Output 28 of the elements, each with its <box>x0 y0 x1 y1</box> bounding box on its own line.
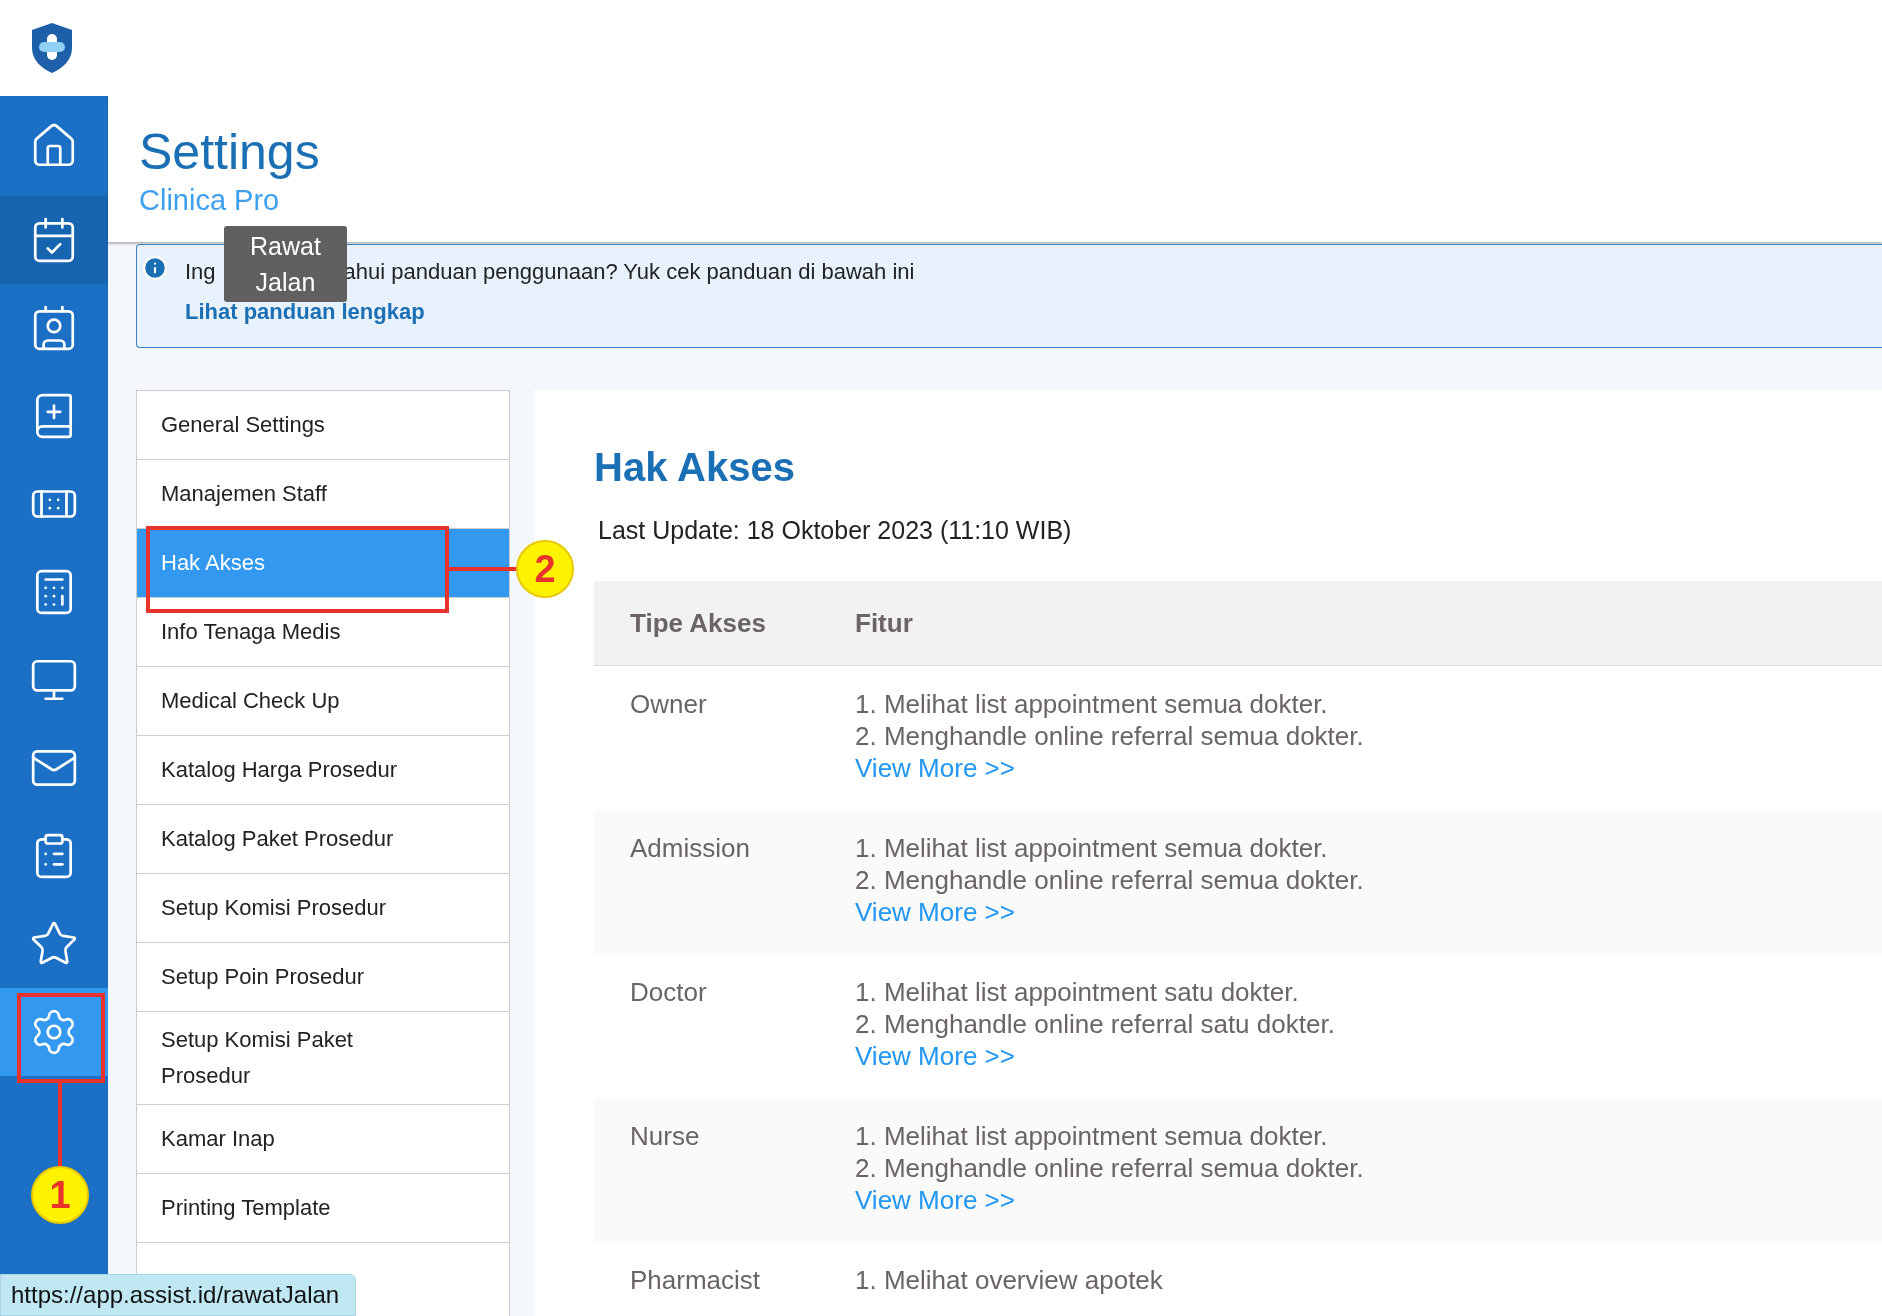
feature-item: 2. Menghandle online referral semua dokter. <box>855 865 1364 895</box>
sidebar-item[interactable] <box>0 988 108 1076</box>
table-cell: Admission <box>630 833 750 863</box>
status-url: https://app.assist.id/rawatJalan <box>0 1274 357 1316</box>
column-header: Tipe Akses <box>630 607 766 638</box>
shield-logo <box>30 22 74 74</box>
last-update: Last Update: 18 Oktober 2023 (11:10 WIB) <box>598 516 1073 545</box>
sidebar-item[interactable] <box>0 196 108 284</box>
feature-item: 1. Melihat list appointment semua dokter. <box>855 1121 1328 1151</box>
table-cell: Pharmacist <box>630 1265 761 1295</box>
table-cell: Owner <box>630 689 707 719</box>
page-subtitle: Clinica Pro <box>139 183 281 217</box>
feature-item: 1. Melihat overview apotek <box>855 1265 1163 1295</box>
feature-item: 2. Menghandle online referral satu dokter. <box>855 1009 1335 1039</box>
guide-link[interactable]: Lihat panduan lengkap <box>185 299 425 325</box>
feature-item: 1. Melihat list appointment semua dokter. <box>855 689 1328 719</box>
panel-title: Hak Akses <box>594 445 796 490</box>
feature-item: 1. Melihat list appointment semua dokter. <box>855 833 1328 863</box>
feature-item: 2. Menghandle online referral semua dokter. <box>855 721 1364 751</box>
banner-message: Ing <box>185 258 216 286</box>
column-header: Fitur <box>855 607 913 638</box>
tooltip: Rawat Jalan <box>224 226 347 302</box>
table-cell: Nurse <box>630 1121 700 1151</box>
page-title: Settings <box>139 123 321 183</box>
feature-item: 1. Melihat list appointment satu dokter. <box>855 977 1299 1007</box>
feature-item: 2. Menghandle online referral semua dokter. <box>855 1153 1364 1183</box>
table-cell: Doctor <box>630 977 707 1007</box>
info-icon <box>142 255 168 281</box>
